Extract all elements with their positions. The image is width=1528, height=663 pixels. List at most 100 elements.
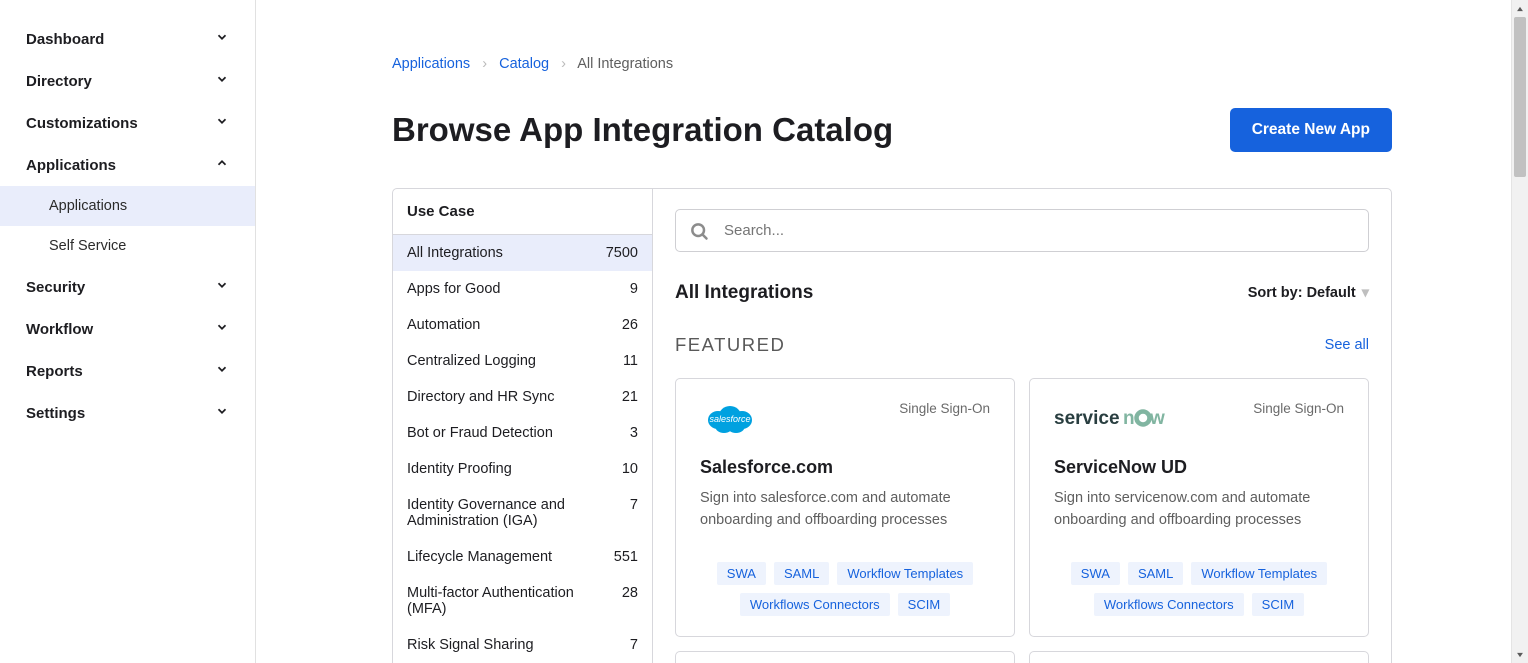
chevron-down-icon	[215, 30, 229, 48]
chevron-up-icon	[215, 156, 229, 174]
usecase-item[interactable]: Lifecycle Management551	[393, 539, 652, 575]
tag: Workflow Templates	[837, 562, 973, 585]
sidebar-item-customizations[interactable]: Customizations	[0, 102, 255, 144]
usecase-item-label: Multi-factor Authentication (MFA)	[407, 585, 587, 617]
sso-badge: Single Sign-On	[899, 401, 990, 416]
card-tags: SWASAMLWorkflow TemplatesWorkflows Conne…	[700, 562, 990, 616]
scrollbar-track[interactable]	[1512, 17, 1528, 646]
breadcrumb-applications[interactable]: Applications	[392, 56, 470, 72]
sidebar-item-label: Reports	[26, 363, 83, 380]
vertical-scrollbar[interactable]	[1511, 0, 1528, 663]
integration-card[interactable]: service n w Single Sign-On ServiceNow UD…	[1029, 378, 1369, 637]
scroll-up-button[interactable]	[1512, 0, 1528, 17]
featured-label: FEATURED	[675, 334, 785, 356]
usecase-item[interactable]: All Integrations 7500	[393, 235, 652, 271]
integration-card[interactable]: Office 365 Single Sign-On	[675, 651, 1015, 663]
chevron-down-icon	[215, 72, 229, 90]
sidebar-item-label: Directory	[26, 73, 92, 90]
svg-text:salesforce: salesforce	[709, 414, 750, 424]
chevron-down-icon	[215, 404, 229, 422]
usecase-item-count: 9	[630, 281, 638, 297]
sidebar-item-label: Workflow	[26, 321, 93, 338]
usecase-item-count: 26	[622, 317, 638, 333]
sidebar-item-label: Dashboard	[26, 31, 104, 48]
usecase-item-count: 11	[623, 353, 638, 369]
usecase-item-count: 28	[622, 585, 638, 617]
card-title: Salesforce.com	[700, 457, 990, 478]
usecase-item[interactable]: Risk Signal Sharing 7	[393, 627, 652, 663]
tag: SCIM	[1252, 593, 1305, 616]
servicenow-logo: service n w	[1054, 401, 1174, 435]
usecase-item-label: All Integrations	[407, 245, 503, 261]
sidebar-subitem-applications[interactable]: Applications	[0, 186, 255, 226]
usecase-item-label: Directory and HR Sync	[407, 389, 554, 405]
sidebar-item-applications[interactable]: Applications	[0, 144, 255, 186]
search-wrap	[675, 209, 1369, 252]
tag: SWA	[717, 562, 766, 585]
usecase-item-count: 3	[630, 425, 638, 441]
salesforce-logo: salesforce	[700, 401, 760, 435]
chevron-down-icon	[215, 362, 229, 380]
usecase-item-label: Identity Proofing	[407, 461, 512, 477]
sidebar-item-dashboard[interactable]: Dashboard	[0, 18, 255, 60]
breadcrumb-separator: ›	[482, 56, 487, 72]
cards-grid: salesforce Single Sign-On Salesforce.com…	[675, 378, 1369, 663]
usecase-item-count: 551	[614, 549, 638, 565]
tag: SCIM	[898, 593, 951, 616]
main-content: Applications › Catalog › All Integration…	[256, 0, 1528, 663]
sso-badge: Single Sign-On	[1253, 401, 1344, 416]
usecase-item-label: Bot or Fraud Detection	[407, 425, 553, 441]
page-title: Browse App Integration Catalog	[392, 111, 893, 149]
integration-card[interactable]: salesforce Single Sign-On Salesforce.com…	[675, 378, 1015, 637]
tag: SAML	[774, 562, 829, 585]
usecase-item[interactable]: Bot or Fraud Detection 3	[393, 415, 652, 451]
svg-text:service: service	[1054, 408, 1120, 429]
sidebar-item-reports[interactable]: Reports	[0, 350, 255, 392]
sort-by-dropdown[interactable]: Sort by: Default ▾	[1248, 285, 1369, 301]
create-new-app-button[interactable]: Create New App	[1230, 108, 1392, 152]
usecase-item[interactable]: Multi-factor Authentication (MFA) 28	[393, 575, 652, 627]
tag: Workflow Templates	[1191, 562, 1327, 585]
search-input[interactable]	[675, 209, 1369, 252]
usecase-item[interactable]: Apps for Good9	[393, 271, 652, 307]
usecase-item-label: Risk Signal Sharing	[407, 637, 534, 653]
caret-down-icon: ▾	[1362, 285, 1369, 301]
scrollbar-thumb[interactable]	[1514, 17, 1526, 177]
chevron-down-icon	[215, 114, 229, 132]
breadcrumb-current: All Integrations	[577, 56, 673, 72]
card-description: Sign into salesforce.com and automate on…	[700, 488, 990, 532]
tag: Workflows Connectors	[1094, 593, 1244, 616]
usecase-item[interactable]: Identity Proofing 10	[393, 451, 652, 487]
results-heading: All Integrations	[675, 282, 813, 304]
usecase-item[interactable]: Centralized Logging11	[393, 343, 652, 379]
sort-label: Sort by: Default	[1248, 285, 1356, 301]
usecase-item[interactable]: Directory and HR Sync21	[393, 379, 652, 415]
card-description: Sign into servicenow.com and automate on…	[1054, 488, 1344, 532]
tag: SWA	[1071, 562, 1120, 585]
usecase-item-count: 7	[630, 497, 638, 529]
sidebar-subitem-self-service[interactable]: Self Service	[0, 226, 255, 266]
sidebar-item-label: Applications	[26, 157, 116, 174]
see-all-link[interactable]: See all	[1325, 337, 1369, 353]
usecase-item-count: 7	[630, 637, 638, 653]
sidebar-item-settings[interactable]: Settings	[0, 392, 255, 434]
sidebar-item-security[interactable]: Security	[0, 266, 255, 308]
usecase-item-count: 10	[622, 461, 638, 477]
sidebar-item-workflow[interactable]: Workflow	[0, 308, 255, 350]
usecase-item[interactable]: Identity Governance and Administration (…	[393, 487, 652, 539]
breadcrumb: Applications › Catalog › All Integration…	[392, 56, 1392, 72]
integration-card[interactable]: Single Sign-On	[1029, 651, 1369, 663]
usecase-filter: Use Case All Integrations 7500 Apps for Go…	[393, 189, 653, 663]
usecase-item[interactable]: Automation26	[393, 307, 652, 343]
results-area: All Integrations Sort by: Default ▾ FEAT…	[653, 189, 1391, 663]
tag: SAML	[1128, 562, 1183, 585]
scroll-down-button[interactable]	[1512, 646, 1528, 663]
usecase-item-label: Identity Governance and Administration (…	[407, 497, 587, 529]
usecase-header: Use Case	[393, 189, 652, 235]
usecase-item-count: 7500	[606, 245, 638, 261]
sidebar-item-directory[interactable]: Directory	[0, 60, 255, 102]
breadcrumb-catalog[interactable]: Catalog	[499, 56, 549, 72]
search-icon	[689, 221, 709, 241]
card-title: ServiceNow UD	[1054, 457, 1344, 478]
sidebar-item-label: Security	[26, 279, 85, 296]
